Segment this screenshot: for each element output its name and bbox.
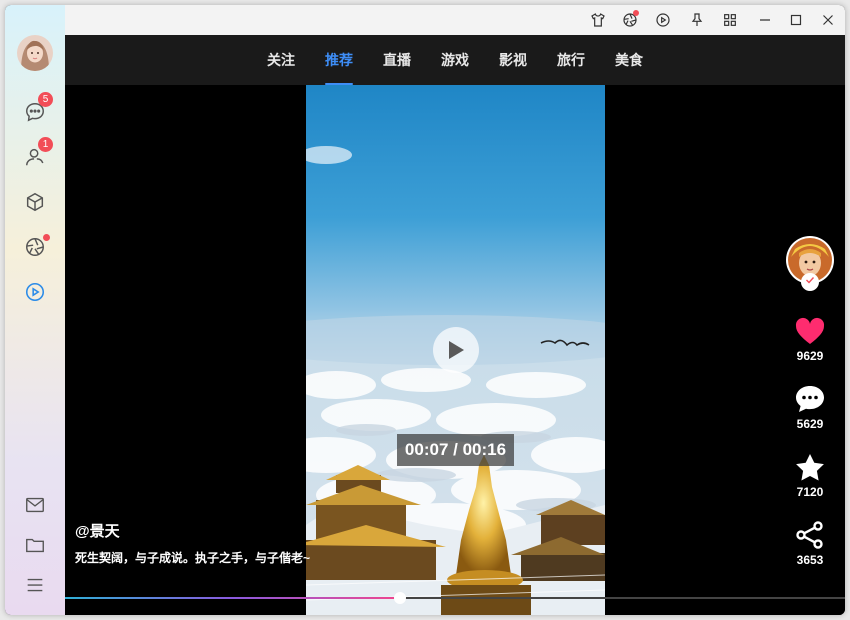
- sidebar-item-menu[interactable]: [20, 570, 50, 600]
- minimize-icon: [760, 19, 770, 21]
- aperture-dot: [43, 234, 50, 241]
- menu-icon: [27, 578, 43, 592]
- sidebar-item-folder[interactable]: [20, 530, 50, 560]
- tab-games[interactable]: 游戏: [441, 35, 469, 85]
- maximize-icon: [790, 14, 802, 26]
- aperture-button[interactable]: [620, 10, 640, 30]
- favorite-count: 7120: [796, 485, 824, 499]
- like-count: 9629: [796, 349, 824, 363]
- user-avatar[interactable]: [17, 35, 53, 71]
- app-window: 5 1 关注 推荐 直播 游戏 影视 旅行 美食 00:07 / 00:16 9…: [5, 5, 845, 615]
- grid-button[interactable]: [720, 10, 740, 30]
- heart-icon: [795, 317, 825, 344]
- tab-travel[interactable]: 旅行: [557, 35, 585, 85]
- author-name[interactable]: @景天: [75, 520, 120, 541]
- play-circle-icon: [656, 13, 670, 27]
- tab-live[interactable]: 直播: [383, 35, 411, 85]
- progress-bar[interactable]: [65, 592, 845, 604]
- title-bar: [65, 5, 845, 35]
- sidebar-item-video[interactable]: [20, 277, 50, 307]
- video-player: 00:07 / 00:16 9629 5629 7120 3653 @景天 死生…: [65, 85, 845, 615]
- tab-movies[interactable]: 影视: [499, 35, 527, 85]
- folder-icon: [26, 538, 44, 553]
- share-icon: [796, 521, 823, 549]
- pin-button[interactable]: [687, 10, 707, 30]
- like-button[interactable]: 9629: [785, 317, 835, 363]
- category-nav: 关注 推荐 直播 游戏 影视 旅行 美食: [65, 35, 845, 85]
- sidebar-item-mail[interactable]: [20, 490, 50, 520]
- sidebar-item-messages[interactable]: 5: [20, 92, 53, 127]
- video-description: 死生契阔，与子成说。执子之手，与子偕老~: [75, 551, 311, 565]
- video-frame[interactable]: 00:07 / 00:16: [306, 85, 605, 615]
- skin-icon: [591, 13, 605, 27]
- comment-count: 5629: [796, 417, 824, 431]
- share-button[interactable]: 3653: [785, 521, 835, 567]
- tab-follow[interactable]: 关注: [267, 35, 295, 85]
- tab-recommend[interactable]: 推荐: [325, 35, 353, 85]
- cube-icon: [26, 192, 44, 212]
- close-icon: [823, 15, 833, 25]
- grid-icon: [724, 14, 736, 26]
- contacts-badge: 1: [38, 137, 53, 152]
- favorite-button[interactable]: 7120: [785, 453, 835, 499]
- progress-fill: [65, 597, 401, 599]
- play-circle-icon: [25, 282, 45, 302]
- mail-icon: [26, 497, 44, 513]
- video-button[interactable]: [653, 10, 673, 30]
- maximize-button[interactable]: [786, 10, 806, 30]
- time-display: 00:07 / 00:16: [397, 434, 514, 466]
- close-button[interactable]: [818, 10, 838, 30]
- follow-badge[interactable]: [801, 273, 819, 291]
- sidebar-item-aperture[interactable]: [20, 232, 50, 262]
- minimize-button[interactable]: [755, 10, 775, 30]
- comment-button[interactable]: 5629: [785, 385, 835, 431]
- messages-badge: 5: [38, 92, 53, 107]
- star-icon: [796, 454, 824, 481]
- sidebar: 5 1: [5, 5, 65, 615]
- comment-icon: [796, 386, 824, 412]
- play-button[interactable]: [433, 327, 479, 373]
- sidebar-item-contacts[interactable]: 1: [20, 137, 53, 172]
- skin-button[interactable]: [588, 10, 608, 30]
- sidebar-item-cube[interactable]: [20, 187, 50, 217]
- author-avatar-button[interactable]: [785, 235, 835, 291]
- aperture-dot: [633, 10, 639, 16]
- share-count: 3653: [796, 553, 824, 567]
- play-icon: [449, 341, 464, 359]
- tab-food[interactable]: 美食: [615, 35, 643, 85]
- check-icon: [806, 277, 815, 284]
- pin-icon: [691, 13, 703, 26]
